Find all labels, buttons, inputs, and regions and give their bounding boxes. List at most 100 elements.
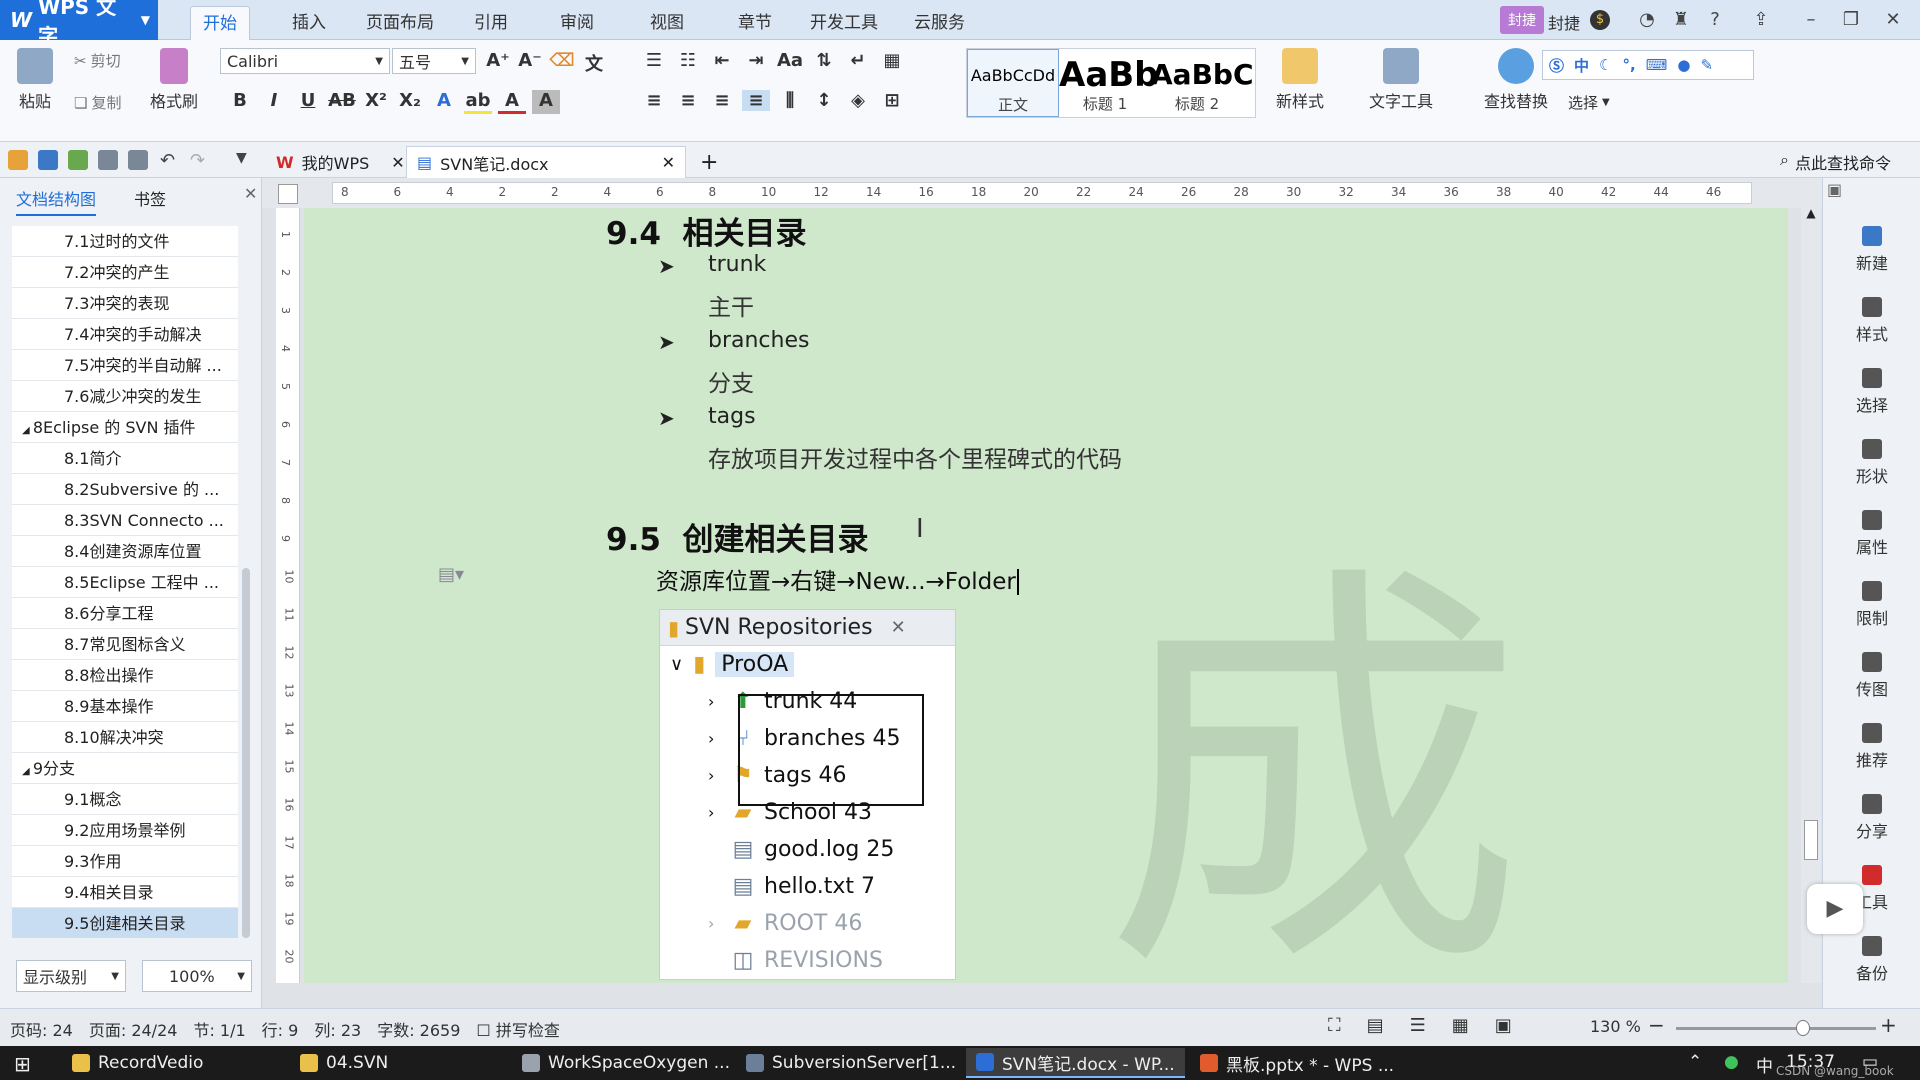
tree-item[interactable]: › ▰ ROOT 46 [660, 905, 955, 942]
tray-app-icon[interactable]: ● [1724, 1052, 1739, 1072]
scroll-up-icon[interactable]: ▲ [1801, 206, 1821, 220]
customize-icon[interactable]: ▼ [236, 150, 256, 170]
right-pane-button-8[interactable]: 分享 [1823, 794, 1920, 865]
pane-toggle-icon[interactable]: ▣ [1827, 180, 1842, 199]
windows-start-icon[interactable]: ⊞ [14, 1052, 31, 1076]
redo-icon[interactable]: ↷ [190, 150, 210, 171]
horizontal-ruler[interactable]: 8 6 4 2 2 4 6 8 10 12 14 16 18 20 22 24 26 28 30 32 34 36 38 40… [332, 182, 1752, 204]
taskbar-item-3[interactable]: SubversionServer[1... [736, 1048, 966, 1078]
menu-tab-4[interactable]: 审阅 [548, 6, 606, 40]
chevron-right-icon[interactable]: › [708, 914, 722, 933]
outline-item[interactable]: 8.10解决冲突 [12, 722, 238, 753]
case-icon[interactable]: Aa [776, 50, 804, 71]
border-icon[interactable]: ⊞ [878, 90, 906, 111]
tree-root[interactable]: ∨ ▮ ProOA [660, 646, 955, 683]
user-badge[interactable]: 封捷 [1500, 6, 1544, 34]
chevron-right-icon[interactable]: › [708, 766, 722, 785]
right-pane-button-7[interactable]: 推荐 [1823, 723, 1920, 794]
chevron-down-icon[interactable]: ∨ [670, 654, 683, 675]
close-icon[interactable]: ✕ [891, 617, 906, 638]
web-view-icon[interactable]: ▦ [1452, 1015, 1469, 1036]
app-menu-button[interactable]: W WPS 文字 ▼ [0, 0, 158, 48]
tab-bookmarks[interactable]: 书签 [134, 186, 166, 210]
chevron-right-icon[interactable]: › [708, 803, 722, 822]
tab-svn-doc[interactable]: ▤ SVN笔记.docx ✕ [406, 146, 686, 178]
line-spacing-icon[interactable]: ↕ [810, 90, 838, 111]
table-icon[interactable]: ▦ [878, 50, 906, 71]
superscript-icon[interactable]: X² [362, 90, 390, 114]
subscript-icon[interactable]: X₂ [396, 90, 424, 114]
zoom-out-icon[interactable]: − [1648, 1013, 1665, 1037]
distribute-icon[interactable]: ⫼ [776, 90, 804, 111]
outline-item[interactable]: 7.3冲突的表现 [12, 288, 238, 319]
clear-format-icon[interactable]: ⌫ [548, 50, 576, 76]
close-icon[interactable]: ✕ [662, 153, 675, 172]
char-shading-icon[interactable]: A [532, 90, 560, 114]
outline-item[interactable]: 7.4冲突的手动解决 [12, 319, 238, 350]
outline-item[interactable]: 8.1简介 [12, 443, 238, 474]
outline-item[interactable]: 8.4创建资源库位置 [12, 536, 238, 567]
page-view-icon[interactable]: ▤ [1367, 1015, 1384, 1036]
style-item-0[interactable]: AaBbCcDd 正文 [967, 49, 1059, 117]
outline-item[interactable]: 7.6减少冲突的发生 [12, 381, 238, 412]
right-pane-button-10[interactable]: 备份 [1823, 936, 1920, 1007]
tab-document-map[interactable]: 文档结构图 [16, 186, 97, 216]
shrink-font-icon[interactable]: A⁻ [516, 50, 544, 76]
taskbar-item-4[interactable]: SVN笔记.docx - WP... [966, 1048, 1185, 1078]
zoom-level[interactable]: 130 % [1590, 1017, 1641, 1036]
display-level-select[interactable]: 显示级别 ▼ [16, 960, 126, 992]
outline-item[interactable]: 7.1过时的文件 [12, 226, 238, 257]
bullet-list-icon[interactable]: ☰ [640, 50, 668, 71]
right-pane-button-5[interactable]: 限制 [1823, 581, 1920, 652]
select-button[interactable]: 选择 ▼ [1568, 92, 1610, 113]
outline-item[interactable]: ◢ 8Eclipse 的 SVN 插件 [12, 412, 238, 443]
close-icon[interactable]: ✕ [391, 153, 404, 172]
taskbar-item-2[interactable]: WorkSpaceOxygen ... [512, 1048, 740, 1078]
notification-icon[interactable]: ▭ [1862, 1052, 1878, 1072]
copy-button[interactable]: ❏ 复制 [74, 92, 121, 113]
outline-item[interactable]: 8.9基本操作 [12, 691, 238, 722]
outline-item[interactable]: 9.2应用场景举例 [12, 815, 238, 846]
text-effect-icon[interactable]: A [430, 90, 458, 114]
status-words[interactable]: 字数: 2659 [377, 1017, 460, 1041]
fullscreen-icon[interactable]: ⛶ [1328, 1015, 1341, 1036]
scroll-thumb[interactable] [1804, 820, 1818, 860]
help-icon[interactable]: ? [1698, 8, 1732, 32]
menu-tab-6[interactable]: 章节 [726, 6, 784, 40]
numbered-list-icon[interactable]: ☷ [674, 50, 702, 71]
outline-item[interactable]: ◢ 9分支 [12, 753, 238, 784]
outline-item[interactable]: 8.8检出操作 [12, 660, 238, 691]
zoom-slider-thumb[interactable] [1796, 1020, 1811, 1036]
right-pane-button-0[interactable]: 新建 [1823, 226, 1920, 297]
outline-item[interactable]: 8.6分享工程 [12, 598, 238, 629]
right-pane-button-4[interactable]: 属性 [1823, 510, 1920, 581]
bold-icon[interactable]: B [226, 90, 254, 114]
menu-tab-5[interactable]: 视图 [638, 6, 696, 40]
taskbar-item-1[interactable]: 04.SVN [290, 1048, 398, 1078]
menu-tab-7[interactable]: 开发工具 [798, 6, 890, 40]
undo-icon[interactable]: ↶ [160, 150, 180, 171]
restore-icon[interactable]: ❐ [1834, 8, 1868, 32]
taskbar-item-5[interactable]: 黑板.pptx * - WPS ... [1190, 1048, 1404, 1078]
right-pane-button-2[interactable]: 选择 [1823, 368, 1920, 439]
tree-item[interactable]: ▤ good.log 25 [660, 831, 955, 868]
outline-item[interactable]: 7.5冲突的半自动解 ... [12, 350, 238, 381]
style-item-1[interactable]: AaBb 标题 1 [1059, 49, 1159, 117]
export-icon[interactable] [68, 150, 88, 170]
outline-item[interactable]: 9.3作用 [12, 846, 238, 877]
outline-scrollbar[interactable] [242, 568, 250, 938]
zoom-in-icon[interactable]: + [1880, 1013, 1897, 1037]
show-marks-icon[interactable]: ↵ [844, 50, 872, 71]
align-left-icon[interactable]: ≡ [640, 90, 668, 111]
shading-icon[interactable]: ◈ [844, 90, 872, 111]
italic-icon[interactable]: I [260, 90, 288, 114]
outline-item[interactable]: 9.1概念 [12, 784, 238, 815]
outline-item[interactable]: 8.5Eclipse 工程中 ... [12, 567, 238, 598]
menu-tab-2[interactable]: 页面布局 [354, 6, 446, 40]
ruler-toggle[interactable] [278, 184, 298, 204]
font-family-select[interactable]: Calibri ▼ [220, 48, 390, 74]
outline-item[interactable]: 7.2冲突的产生 [12, 257, 238, 288]
phonetic-icon[interactable]: 文 [580, 50, 608, 76]
vertical-scrollbar[interactable]: ▲ [1801, 178, 1821, 983]
chevron-right-icon[interactable]: › [708, 729, 722, 748]
